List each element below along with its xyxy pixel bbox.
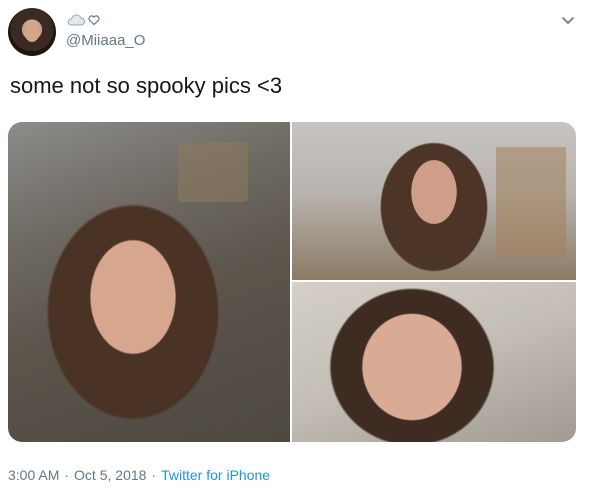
- cloud-icon: [66, 13, 86, 27]
- tweet-source-link[interactable]: Twitter for iPhone: [161, 467, 270, 483]
- avatar[interactable]: [8, 8, 56, 56]
- chevron-down-icon[interactable]: [560, 12, 576, 28]
- display-name[interactable]: [66, 12, 100, 28]
- tweet-date[interactable]: Oct 5, 2018: [74, 467, 146, 483]
- separator: ·: [64, 467, 70, 483]
- photo-3[interactable]: [292, 282, 576, 442]
- photo-1[interactable]: [8, 122, 290, 442]
- heart-icon: [88, 14, 100, 26]
- avatar-face: [24, 20, 40, 42]
- tweet: @Miiaaa_O some not so spooky pics <3 3:0…: [0, 0, 591, 489]
- tweet-text: some not so spooky pics <3: [10, 73, 283, 98]
- media-grid: [8, 122, 576, 442]
- user-handle[interactable]: @Miiaaa_O: [66, 32, 145, 49]
- separator: ·: [151, 467, 157, 483]
- tweet-time[interactable]: 3:00 AM: [8, 467, 59, 483]
- tweet-metadata: 3:00 AM · Oct 5, 2018 · Twitter for iPho…: [8, 467, 270, 483]
- photo-2[interactable]: [292, 122, 576, 280]
